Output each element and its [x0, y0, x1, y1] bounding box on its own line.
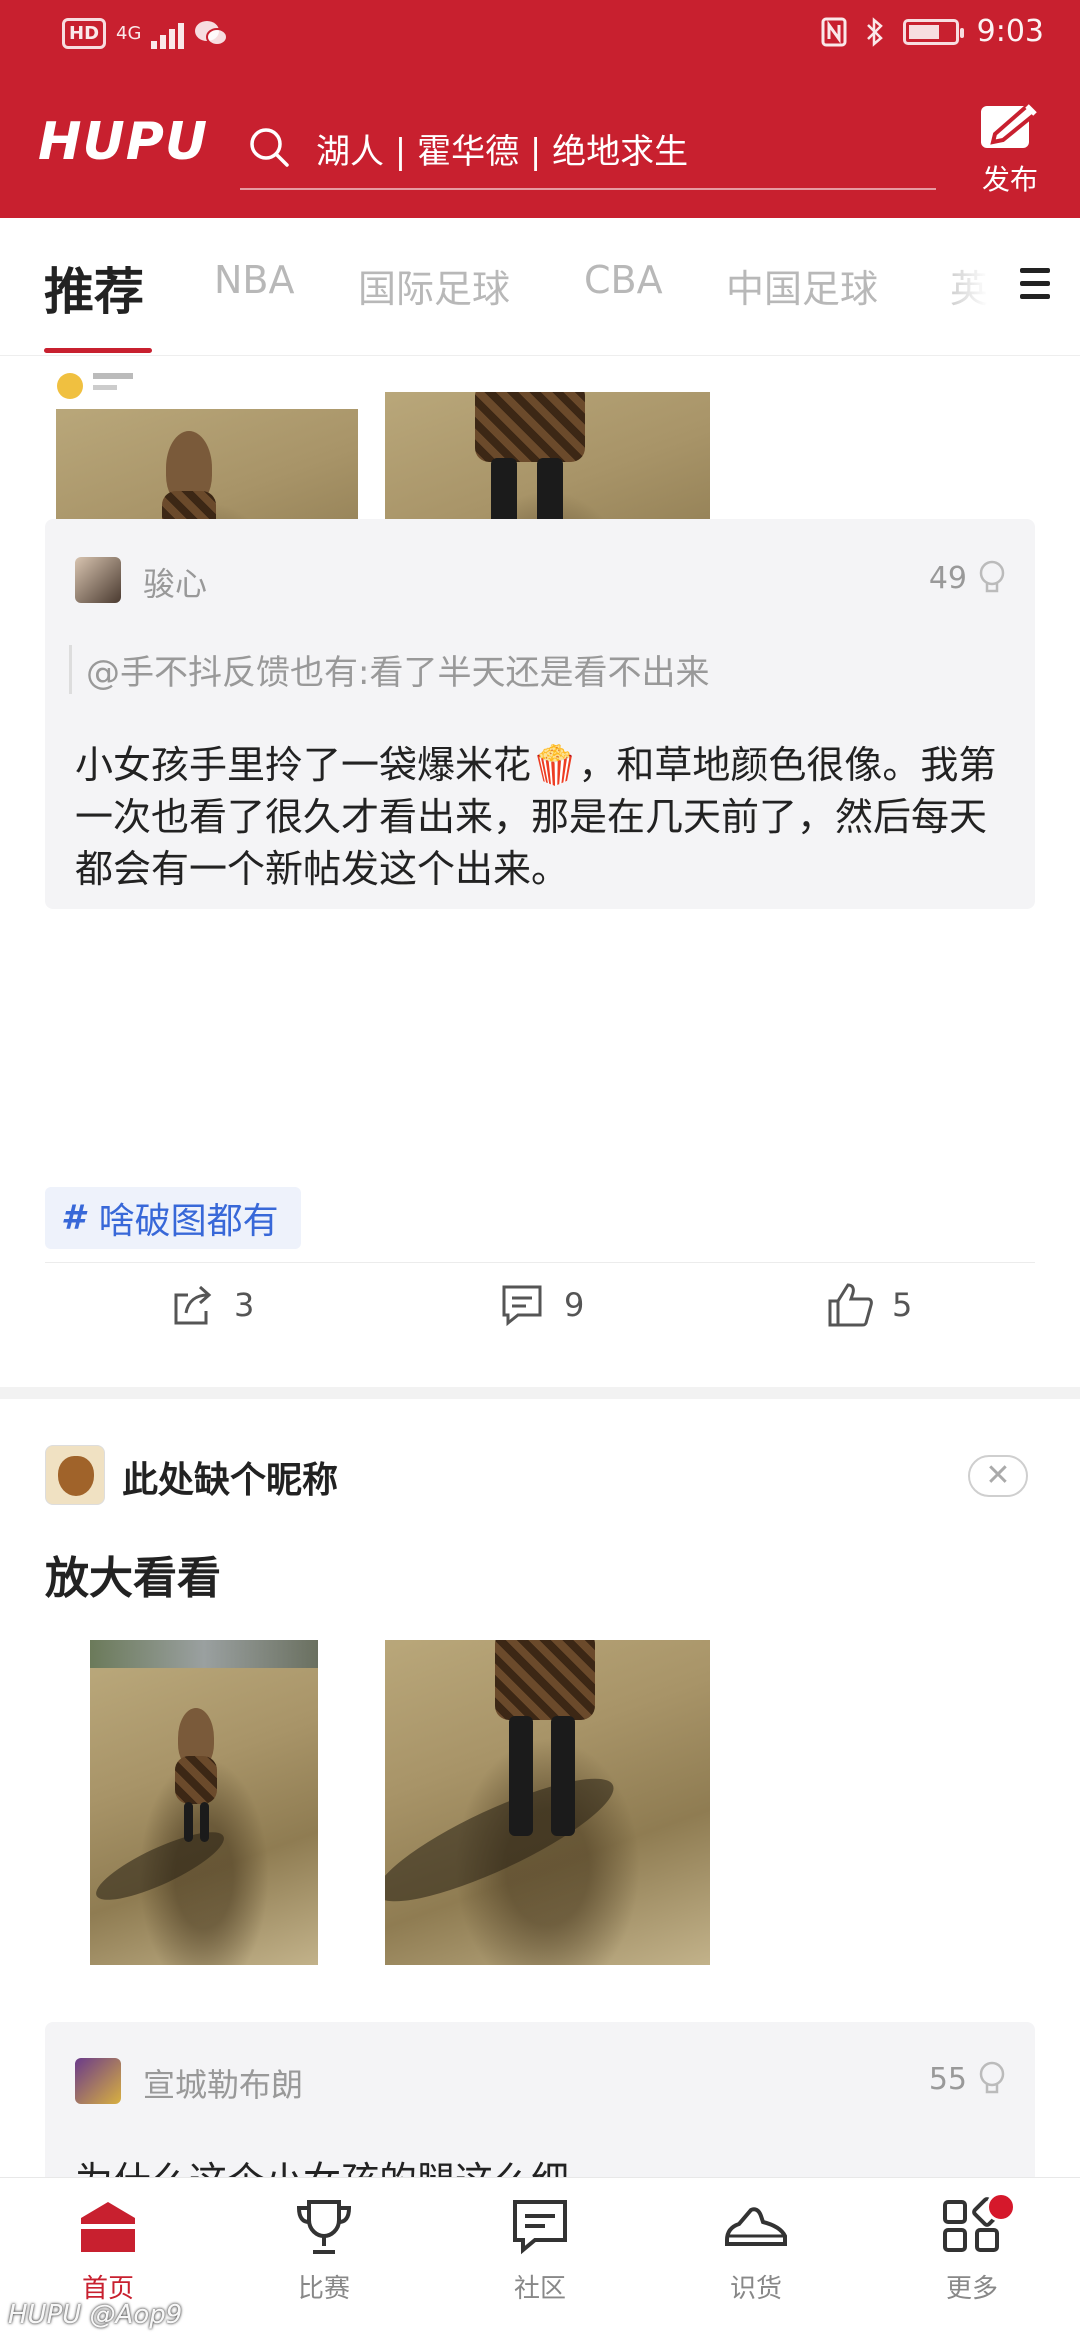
share-icon	[174, 1285, 212, 1325]
post2-image-2[interactable]	[385, 1640, 710, 1965]
thumb-name-line	[93, 373, 133, 379]
likes-count: 49	[928, 560, 967, 596]
like-button[interactable]: 5	[826, 1281, 912, 1329]
status-time: 9:03	[976, 14, 1044, 49]
post2-image-1[interactable]	[90, 1640, 318, 1965]
nav-shopping[interactable]: 识货	[696, 2196, 816, 2305]
grass-photo	[90, 1668, 318, 1965]
post-author[interactable]: 此处缺个昵称	[122, 1451, 338, 1503]
home-icon	[81, 2202, 135, 2252]
notification-dot	[986, 2192, 1016, 2222]
avatar[interactable]	[75, 557, 121, 603]
watermark: HUPU @Aop9	[8, 2300, 183, 2330]
network-type: 4G	[116, 22, 142, 44]
share-count: 3	[234, 1286, 255, 1324]
post-actions: 3 9 5	[0, 1267, 1080, 1345]
tag-label: 啥破图都有	[98, 1201, 279, 1242]
nav-community[interactable]: 社区	[480, 2196, 600, 2305]
nav-more[interactable]: 更多	[912, 2192, 1032, 2305]
comment-button[interactable]: 9	[498, 1281, 584, 1329]
signal-icon	[151, 19, 185, 49]
chat-icon	[513, 2200, 567, 2255]
thumb-time-line	[93, 385, 117, 390]
wechat-icon	[195, 20, 229, 46]
lightbulb-icon	[979, 560, 1005, 593]
trophy-icon	[296, 2200, 352, 2254]
tab-fade	[932, 238, 1012, 338]
post-title[interactable]: 放大看看	[45, 1542, 221, 1606]
comment-likes[interactable]: 49	[929, 559, 1007, 597]
divider	[45, 1262, 1035, 1263]
publish-button[interactable]: 发布	[970, 100, 1050, 198]
comment-icon	[502, 1285, 542, 1327]
nav-label: 更多	[945, 2274, 998, 2304]
hot-comment-card[interactable]: 宣城勒布朗 55 为什么这个小女孩的腿这么细	[45, 2022, 1035, 2177]
comment-author[interactable]: 宣城勒布朗	[143, 2060, 303, 2106]
nav-label: 识货	[729, 2274, 782, 2304]
quoted-reply: @手不抖反馈也有:看了半天还是看不出来	[69, 645, 709, 694]
section-gap	[0, 1387, 1080, 1399]
nav-games[interactable]: 比赛	[264, 2196, 384, 2305]
comment-count: 9	[564, 1286, 585, 1324]
tab-intl-football[interactable]: 国际足球	[358, 258, 510, 313]
comment-likes[interactable]: 55	[929, 2060, 1007, 2098]
tab-nba[interactable]: NBA	[214, 258, 295, 302]
compose-icon	[981, 103, 1038, 148]
search-placeholder: 湖人 | 霍华德 | 绝地求生	[316, 132, 689, 172]
search-bar[interactable]: 湖人 | 霍华德 | 绝地求生	[240, 112, 936, 190]
topic-tag[interactable]: # 啥破图都有	[45, 1187, 301, 1249]
hupu-logo[interactable]: HUPU	[38, 112, 208, 172]
thumbs-up-icon	[828, 1283, 873, 1327]
lightbulb-icon	[979, 2061, 1005, 2094]
active-tab-indicator	[44, 348, 152, 353]
hashtag-icon: #	[61, 1198, 85, 1238]
thumb-avatar	[57, 373, 83, 399]
search-icon	[250, 128, 289, 167]
channel-tabs: 推荐 NBA 国际足球 CBA 中国足球 英	[0, 218, 1080, 356]
comment-body: 小女孩手里拎了一袋爆米花🍿，和草地颜色很像。我第一次也看了很久才看出来，那是在几…	[75, 743, 997, 891]
nfc-icon	[821, 17, 847, 46]
status-bar: HD 4G 9:03	[0, 0, 1080, 72]
comment-author[interactable]: 骏心	[143, 559, 207, 605]
parked-cars-strip	[90, 1640, 318, 1668]
sneaker-icon	[725, 2207, 787, 2246]
like-count: 5	[892, 1286, 913, 1324]
tab-recommend[interactable]: 推荐	[44, 252, 144, 324]
dismiss-button[interactable]: ✕	[968, 1455, 1028, 1497]
avatar[interactable]	[45, 1445, 105, 1505]
close-icon: ✕	[985, 1458, 1011, 1493]
hd-badge: HD	[62, 18, 107, 49]
likes-count: 55	[928, 2061, 967, 2097]
nav-label: 社区	[513, 2274, 566, 2304]
battery-icon	[902, 18, 964, 45]
bluetooth-icon	[866, 16, 883, 47]
feed[interactable]: 骏心 49 @手不抖反馈也有:看了半天还是看不出来 小女孩手里拎了一袋爆米花🍿，…	[0, 357, 1080, 2177]
avatar[interactable]	[75, 2058, 121, 2104]
app-header: HD 4G 9:03 HUPU 湖人 | 霍华德 | 绝地求生 发布	[0, 0, 1080, 218]
comment-body: 为什么这个小女孩的腿这么细	[75, 2150, 569, 2177]
publish-label: 发布	[981, 163, 1038, 196]
menu-icon[interactable]	[1020, 268, 1050, 304]
hot-comment-card[interactable]: 骏心 49 @手不抖反馈也有:看了半天还是看不出来 小女孩手里拎了一袋爆米花🍿，…	[45, 519, 1035, 909]
tab-china-football[interactable]: 中国足球	[726, 258, 878, 313]
tab-cba[interactable]: CBA	[584, 258, 663, 302]
nav-home[interactable]: 首页	[48, 2196, 168, 2305]
nav-label: 比赛	[297, 2274, 350, 2304]
share-button[interactable]: 3	[168, 1281, 254, 1329]
